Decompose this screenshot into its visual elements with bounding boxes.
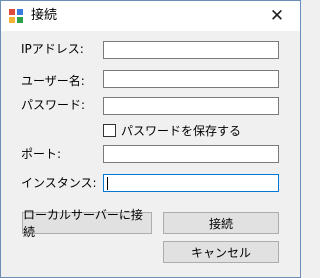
app-icon <box>8 8 24 24</box>
ip-address-input[interactable] <box>103 41 279 59</box>
password-input[interactable] <box>103 97 279 115</box>
port-input[interactable] <box>103 145 279 163</box>
instance-input[interactable] <box>103 174 279 192</box>
save-password-label: パスワードを保存する <box>121 124 242 138</box>
username-label: ユーザー名: <box>21 74 85 88</box>
close-icon[interactable]: ✕ <box>254 1 300 31</box>
local-server-connect-button[interactable]: ローカルサーバーに接続 <box>22 208 152 239</box>
connect-dialog: 接続 ✕ IPアドレス: ユーザー名: パスワード: パスワードを保存する ポー… <box>0 0 301 278</box>
save-password-option[interactable]: パスワードを保存する <box>103 122 241 139</box>
connect-button[interactable]: 接続 <box>163 212 279 234</box>
window-title: 接続 <box>31 8 58 23</box>
username-input[interactable] <box>103 70 279 88</box>
password-label: パスワード: <box>21 98 86 112</box>
save-password-checkbox[interactable] <box>103 124 116 137</box>
port-label: ポート: <box>21 147 62 161</box>
cancel-button[interactable]: キャンセル <box>163 241 279 263</box>
instance-label: インスタンス: <box>21 176 97 190</box>
ip-address-label: IPアドレス: <box>21 42 84 56</box>
text-caret <box>107 177 108 190</box>
title-bar: 接続 ✕ <box>1 1 300 31</box>
